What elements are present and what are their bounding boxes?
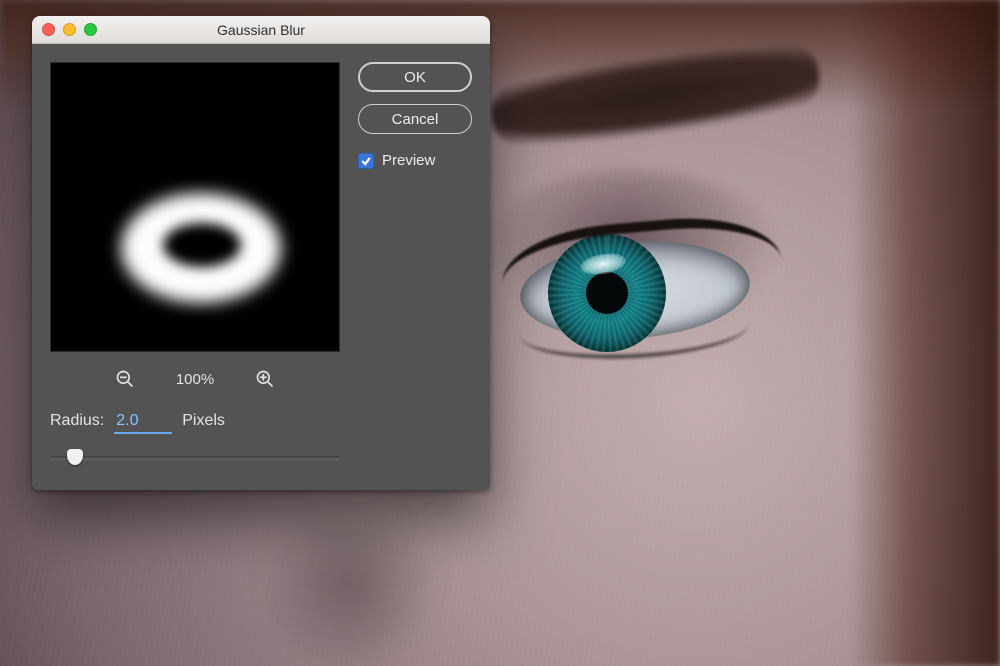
slider-thumb[interactable] — [67, 449, 83, 465]
close-icon[interactable] — [42, 23, 55, 36]
gaussian-blur-dialog: Gaussian Blur 100% — [32, 16, 490, 490]
preview-checkbox[interactable] — [358, 153, 374, 169]
radius-slider[interactable] — [50, 448, 340, 468]
ok-button[interactable]: OK — [358, 62, 472, 92]
dialog-body: 100% Radius: Pixels — [32, 44, 490, 490]
photo-canvas: Gaussian Blur 100% — [0, 0, 1000, 666]
nose-shadow — [260, 520, 440, 666]
zoom-level: 100% — [176, 371, 214, 388]
slider-track — [50, 456, 340, 460]
preview-mask-hole — [163, 223, 241, 267]
pupil — [586, 272, 628, 314]
preview-checkbox-label: Preview — [382, 152, 435, 169]
zoom-out-icon — [115, 369, 135, 389]
check-icon — [360, 155, 372, 167]
filter-preview[interactable] — [50, 62, 340, 352]
zoom-in-button[interactable] — [254, 368, 276, 390]
cancel-button-label: Cancel — [392, 111, 439, 128]
radius-label: Radius: — [50, 412, 104, 430]
ok-button-label: OK — [404, 69, 426, 86]
hair-region — [850, 0, 1000, 666]
minimize-icon[interactable] — [63, 23, 76, 36]
radius-input[interactable] — [114, 412, 172, 434]
cancel-button[interactable]: Cancel — [358, 104, 472, 134]
zoom-icon[interactable] — [84, 23, 97, 36]
window-controls — [42, 23, 97, 36]
dialog-title: Gaussian Blur — [217, 22, 305, 38]
radius-unit: Pixels — [182, 412, 225, 430]
zoom-in-icon — [255, 369, 275, 389]
zoom-out-button[interactable] — [114, 368, 136, 390]
titlebar[interactable]: Gaussian Blur — [32, 16, 490, 44]
